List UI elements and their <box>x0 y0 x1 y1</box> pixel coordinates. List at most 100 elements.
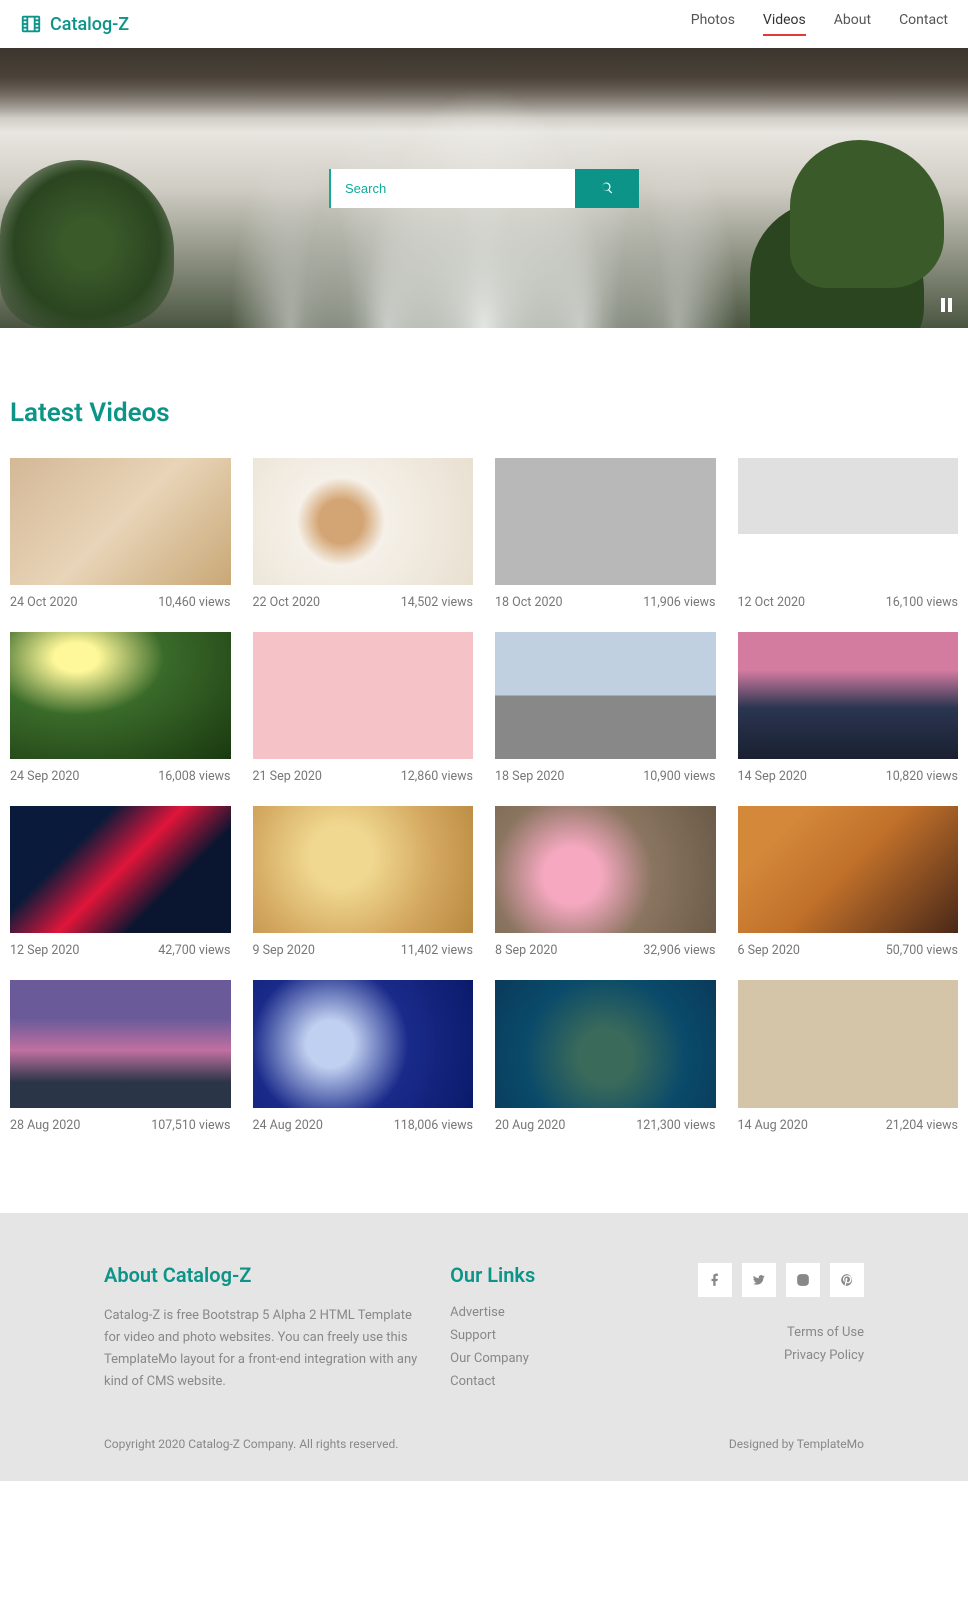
footer-link[interactable]: Advertise <box>450 1305 631 1320</box>
video-thumbnail[interactable] <box>10 632 231 759</box>
video-views: 21,204 views <box>886 1118 958 1133</box>
video-card: 12 Sep 2020 42,700 views <box>10 806 231 958</box>
search-form <box>329 169 639 208</box>
video-thumbnail[interactable] <box>253 806 474 933</box>
section-title: Latest Videos <box>10 398 958 428</box>
copyright: Copyright 2020 Catalog-Z Company. All ri… <box>104 1437 398 1451</box>
footer-about: About Catalog-Z Catalog-Z is free Bootst… <box>104 1263 420 1397</box>
legal-link[interactable]: Terms of Use <box>661 1325 864 1340</box>
video-card: 9 Sep 202011,402 views <box>253 806 474 958</box>
nav-videos[interactable]: Videos <box>763 12 806 36</box>
video-views: 14,502 views <box>401 595 473 610</box>
video-card: 21 Sep 202012,860 views <box>253 632 474 784</box>
footer-link[interactable]: Our Company <box>450 1351 631 1366</box>
video-date: 28 Aug 2020 <box>10 1118 80 1133</box>
instagram-icon <box>796 1273 810 1287</box>
video-meta: 14 Aug 202021,204 views <box>738 1118 959 1133</box>
footer-link[interactable]: Support <box>450 1328 631 1343</box>
video-views: 118,006 views <box>394 1118 473 1133</box>
video-card: 24 Sep 2020 16,008 views <box>10 632 231 784</box>
footer-links-title: Our Links <box>450 1263 631 1287</box>
nav-photos[interactable]: Photos <box>691 12 735 36</box>
logo[interactable]: Catalog-Z <box>20 13 129 35</box>
video-views: 42,700 views <box>158 943 230 958</box>
footer-links: Our Links Advertise Support Our Company Con… <box>450 1263 631 1397</box>
video-meta: 12 Oct 202016,100 views <box>738 595 959 610</box>
video-date: 18 Sep 2020 <box>495 769 564 784</box>
video-thumbnail[interactable] <box>253 458 474 585</box>
hero <box>0 48 968 328</box>
video-card: 24 Oct 2020 10,460 views <box>10 458 231 610</box>
nav-about[interactable]: About <box>834 12 871 36</box>
video-views: 10,460 views <box>158 595 230 610</box>
video-meta: 14 Sep 202010,820 views <box>738 769 959 784</box>
video-thumbnail[interactable] <box>10 458 231 585</box>
search-input[interactable] <box>329 169 575 208</box>
video-date: 24 Aug 2020 <box>253 1118 323 1133</box>
video-date: 20 Aug 2020 <box>495 1118 565 1133</box>
video-thumbnail[interactable] <box>495 632 716 759</box>
video-views: 11,402 views <box>401 943 473 958</box>
video-meta: 6 Sep 2020 50,700 views <box>738 943 959 958</box>
video-date: 14 Sep 2020 <box>738 769 807 784</box>
video-card: 28 Aug 2020 107,510 views <box>10 980 231 1132</box>
video-thumbnail[interactable] <box>495 806 716 933</box>
video-date: 24 Sep 2020 <box>10 769 79 784</box>
video-thumbnail[interactable] <box>738 458 959 585</box>
video-meta: 24 Aug 2020 118,006 views <box>253 1118 474 1133</box>
legal-links: Terms of Use Privacy Policy <box>661 1325 864 1363</box>
video-meta: 18 Oct 202011,906 views <box>495 595 716 610</box>
video-thumbnail[interactable] <box>253 632 474 759</box>
legal-link[interactable]: Privacy Policy <box>661 1348 864 1363</box>
video-thumbnail[interactable] <box>738 980 959 1107</box>
video-card: 8 Sep 202032,906 views <box>495 806 716 958</box>
video-meta: 24 Sep 2020 16,008 views <box>10 769 231 784</box>
video-card: 14 Sep 202010,820 views <box>738 632 959 784</box>
video-thumbnail[interactable] <box>253 980 474 1107</box>
twitter-icon <box>752 1273 766 1287</box>
video-thumbnail[interactable] <box>738 806 959 933</box>
video-thumbnail[interactable] <box>10 806 231 933</box>
brand-text: Catalog-Z <box>50 14 129 35</box>
video-meta: 21 Sep 202012,860 views <box>253 769 474 784</box>
video-meta: 20 Aug 2020121,300 views <box>495 1118 716 1133</box>
video-date: 24 Oct 2020 <box>10 595 78 610</box>
video-meta: 18 Sep 202010,900 views <box>495 769 716 784</box>
video-card: 18 Sep 202010,900 views <box>495 632 716 784</box>
video-card: 20 Aug 2020121,300 views <box>495 980 716 1132</box>
footer: About Catalog-Z Catalog-Z is free Bootst… <box>0 1213 968 1481</box>
footer-about-title: About Catalog-Z <box>104 1263 420 1287</box>
footer-link[interactable]: Contact <box>450 1374 631 1389</box>
video-date: 6 Sep 2020 <box>738 943 800 958</box>
search-button[interactable] <box>575 169 639 208</box>
video-card: 24 Aug 2020 118,006 views <box>253 980 474 1132</box>
video-thumbnail[interactable] <box>495 458 716 585</box>
facebook-button[interactable] <box>698 1263 732 1297</box>
pause-icon[interactable] <box>941 298 952 312</box>
video-thumbnail[interactable] <box>738 632 959 759</box>
main-content: Latest Videos 24 Oct 2020 10,460 views 22 … <box>0 328 968 1213</box>
video-views: 16,100 views <box>886 595 958 610</box>
pinterest-button[interactable] <box>830 1263 864 1297</box>
nav-contact[interactable]: Contact <box>899 12 948 36</box>
social-links <box>661 1263 864 1297</box>
footer-bottom: Copyright 2020 Catalog-Z Company. All ri… <box>104 1437 864 1451</box>
video-date: 8 Sep 2020 <box>495 943 557 958</box>
video-card: 14 Aug 202021,204 views <box>738 980 959 1132</box>
video-card: 12 Oct 202016,100 views <box>738 458 959 610</box>
video-date: 12 Sep 2020 <box>10 943 79 958</box>
video-date: 22 Oct 2020 <box>253 595 321 610</box>
search-icon <box>600 181 614 195</box>
footer-about-text: Catalog-Z is free Bootstrap 5 Alpha 2 HT… <box>104 1305 420 1393</box>
video-thumbnail[interactable] <box>495 980 716 1107</box>
twitter-button[interactable] <box>742 1263 776 1297</box>
video-views: 107,510 views <box>151 1118 230 1133</box>
video-date: 18 Oct 2020 <box>495 595 563 610</box>
video-meta: 22 Oct 2020 14,502 views <box>253 595 474 610</box>
video-views: 50,700 views <box>886 943 958 958</box>
instagram-button[interactable] <box>786 1263 820 1297</box>
video-thumbnail[interactable] <box>10 980 231 1107</box>
video-meta: 12 Sep 2020 42,700 views <box>10 943 231 958</box>
video-views: 16,008 views <box>158 769 230 784</box>
video-date: 21 Sep 2020 <box>253 769 322 784</box>
